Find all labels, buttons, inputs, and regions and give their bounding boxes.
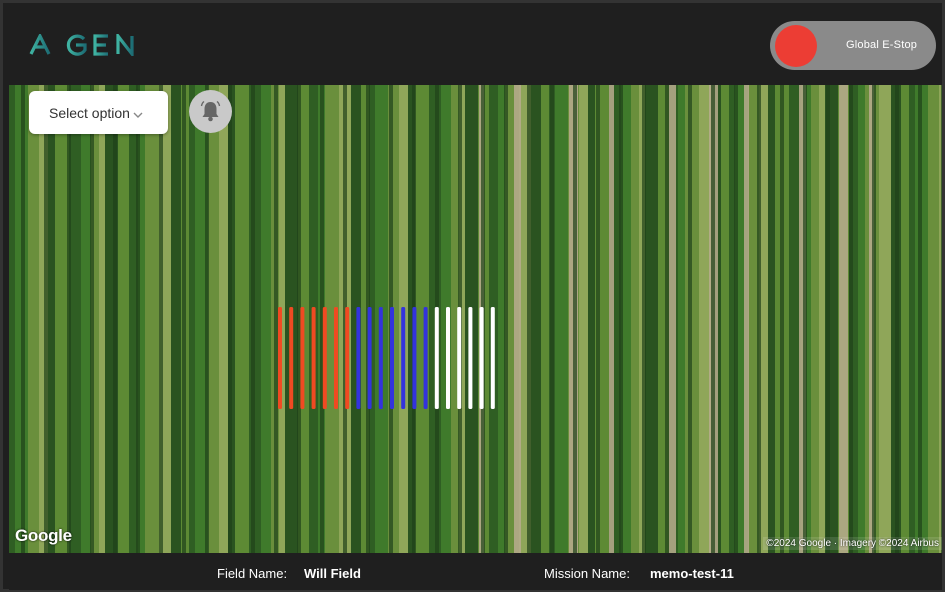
app-frame: Global E-Stop Select option Google ©2024… — [0, 0, 945, 592]
row-marker — [334, 307, 338, 409]
satellite-map[interactable]: Select option Google ©2024 Google · Imag… — [9, 85, 942, 553]
row-marker — [356, 307, 361, 409]
mission-info-bar: Field Name: Will Field Mission Name: mem… — [9, 553, 942, 590]
estop-knob[interactable] — [775, 25, 817, 67]
row-marker — [434, 307, 439, 409]
mission-name-label: Mission Name: — [544, 566, 630, 581]
row-marker — [468, 307, 473, 409]
row-marker — [322, 307, 327, 409]
row-marker — [401, 307, 406, 409]
row-marker — [390, 307, 394, 409]
google-logo: Google — [15, 526, 72, 545]
row-marker — [311, 307, 316, 409]
row-marker — [289, 307, 294, 409]
row-marker — [300, 307, 305, 409]
row-marker — [345, 307, 350, 409]
row-marker — [423, 307, 428, 409]
row-marker — [378, 307, 383, 409]
row-marker — [367, 307, 372, 409]
map-attribution[interactable]: ©2024 Google · Imagery ©2024 Airbus — [763, 537, 942, 550]
top-bar: Global E-Stop — [9, 8, 942, 85]
aigen-logo — [29, 34, 151, 60]
row-marker — [457, 307, 462, 409]
chevron-down-icon — [133, 106, 143, 124]
row-markers — [278, 307, 495, 409]
global-estop-toggle[interactable]: Global E-Stop — [770, 21, 936, 70]
bell-icon — [200, 100, 221, 122]
alerts-button[interactable] — [189, 90, 232, 133]
row-marker — [490, 307, 495, 409]
field-name-label: Field Name: — [217, 566, 288, 581]
row-marker — [278, 307, 282, 409]
estop-label: Global E-Stop — [846, 39, 918, 51]
row-marker — [479, 307, 484, 409]
field-name-value: Will Field — [304, 566, 361, 581]
mission-name-value: memo-test-11 — [650, 566, 734, 581]
row-marker — [412, 307, 417, 409]
option-select[interactable]: Select option — [29, 91, 168, 134]
option-select-label: Select option — [49, 105, 130, 121]
row-marker — [446, 307, 450, 409]
